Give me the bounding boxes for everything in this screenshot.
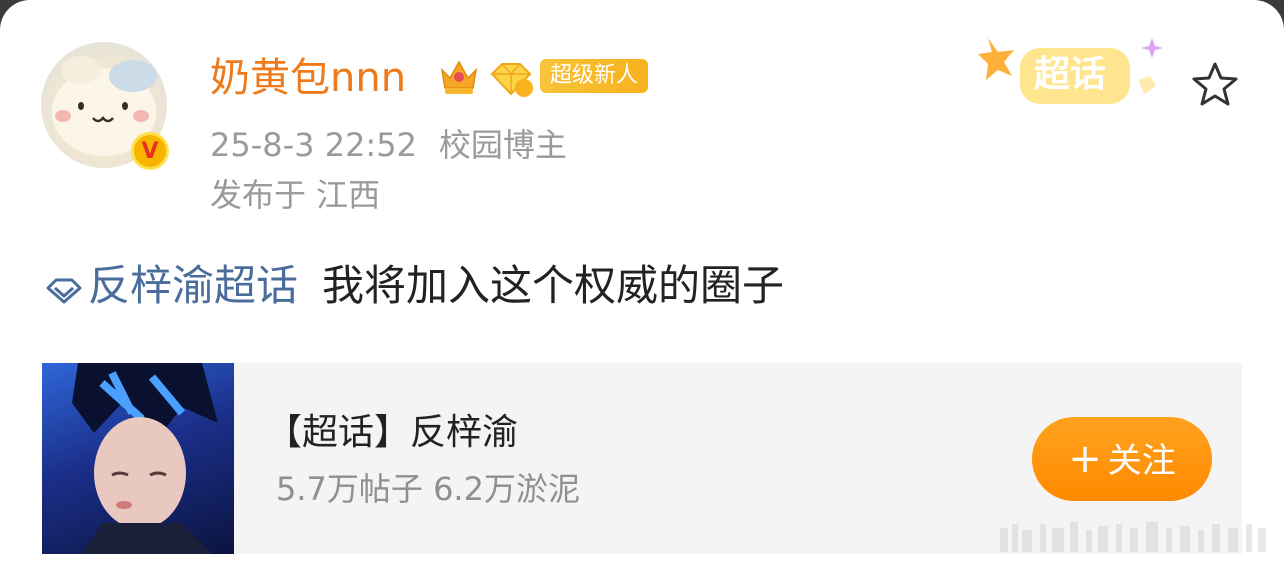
star-icon[interactable] [1190,60,1240,110]
post-body: 反梓渝超话 我将加入这个权威的圈子 [44,258,784,314]
follow-button[interactable]: + 关注 [1032,417,1212,501]
watermark [1000,522,1266,552]
crown-icon[interactable] [438,56,480,98]
post-location: 发布于 江西 [210,176,381,214]
supertopic-sticker-label: 超话 [1034,54,1107,95]
supertopic-diamond-icon [46,278,82,304]
plus-icon: + [1068,436,1102,482]
newcomer-badge: 超级新人 [540,59,649,93]
post-card: V 奶黄包nnn 超级新人 25-8-3 22:52 校园博主 发布于 江西 超话… [0,0,1284,570]
post-time: 25-8-3 22:52 [210,126,417,164]
topic-stats: 5.7万帖子 6.2万淤泥 [276,470,580,508]
post-text: 我将加入这个权威的圈子 [322,261,785,310]
verified-badge-icon: V [131,132,169,170]
follow-label: 关注 [1107,441,1176,481]
topic-thumbnail [42,363,234,554]
topic-link-label: 反梓渝超话 [88,261,299,310]
topic-title: 【超话】反梓渝 [266,412,519,453]
topic-link[interactable]: 反梓渝超话 [44,261,298,310]
username[interactable]: 奶黄包nnn [210,52,406,104]
user-role: 校园博主 [438,126,567,164]
post-meta: 25-8-3 22:52 校园博主 [210,124,567,166]
diamond-badge-icon[interactable] [488,58,534,100]
supertopic-sticker[interactable]: 超话 [978,30,1168,116]
